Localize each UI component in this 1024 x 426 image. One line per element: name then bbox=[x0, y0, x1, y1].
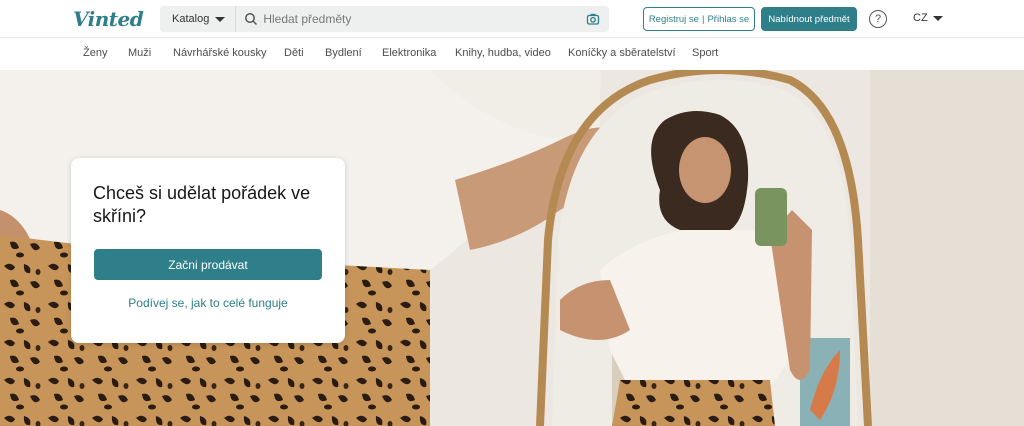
nav-item-muzi[interactable]: Muži bbox=[128, 47, 151, 59]
chevron-down-icon bbox=[932, 15, 943, 21]
nav-item-designer[interactable]: Návrhářské kousky bbox=[173, 47, 267, 59]
top-header: Vinted Katalog Hledat předměty Registruj… bbox=[0, 0, 1024, 38]
catalog-label: Katalog bbox=[172, 13, 210, 25]
separator: | bbox=[701, 13, 705, 25]
start-selling-button[interactable]: Začni prodávat bbox=[94, 249, 322, 280]
nav-item-bydleni[interactable]: Bydlení bbox=[325, 47, 362, 59]
nav-item-knihy[interactable]: Knihy, hudba, video bbox=[455, 47, 551, 59]
language-label: CZ bbox=[913, 12, 928, 24]
language-selector[interactable]: CZ bbox=[913, 12, 943, 24]
register-login-button[interactable]: Registruj se | Přihlas se bbox=[643, 7, 755, 31]
chevron-down-icon bbox=[215, 16, 226, 22]
catalog-dropdown[interactable]: Katalog bbox=[160, 6, 237, 32]
search-icon bbox=[244, 12, 258, 26]
sell-item-button[interactable]: Nabídnout předmět bbox=[761, 7, 857, 31]
how-it-works-link[interactable]: Podívej se, jak to celé funguje bbox=[94, 296, 322, 310]
nav-item-zeny[interactable]: Ženy bbox=[83, 47, 107, 59]
nav-item-deti[interactable]: Děti bbox=[284, 47, 304, 59]
vinted-logo[interactable]: Vinted bbox=[73, 7, 144, 31]
help-icon[interactable]: ? bbox=[869, 10, 887, 28]
login-label[interactable]: Přihlas se bbox=[707, 14, 749, 25]
hero-title: Chceš si udělat pořádek ve skříni? bbox=[93, 183, 311, 226]
register-label[interactable]: Registruj se bbox=[649, 14, 699, 25]
search-input[interactable]: Hledat předměty bbox=[263, 12, 586, 26]
nav-item-konicky[interactable]: Koníčky a sběratelství bbox=[568, 47, 676, 59]
category-nav: Ženy Muži Návrhářské kousky Děti Bydlení… bbox=[0, 38, 1024, 70]
nav-item-sport[interactable]: Sport bbox=[692, 47, 718, 59]
camera-icon[interactable] bbox=[586, 12, 600, 26]
sell-prompt-card: Chceš si udělat pořádek ve skříni? Začni… bbox=[71, 158, 345, 343]
nav-item-elektronika[interactable]: Elektronika bbox=[382, 47, 436, 59]
search-bar: Katalog Hledat předměty bbox=[160, 6, 609, 32]
hero-banner: Chceš si udělat pořádek ve skříni? Začni… bbox=[0, 70, 1024, 426]
